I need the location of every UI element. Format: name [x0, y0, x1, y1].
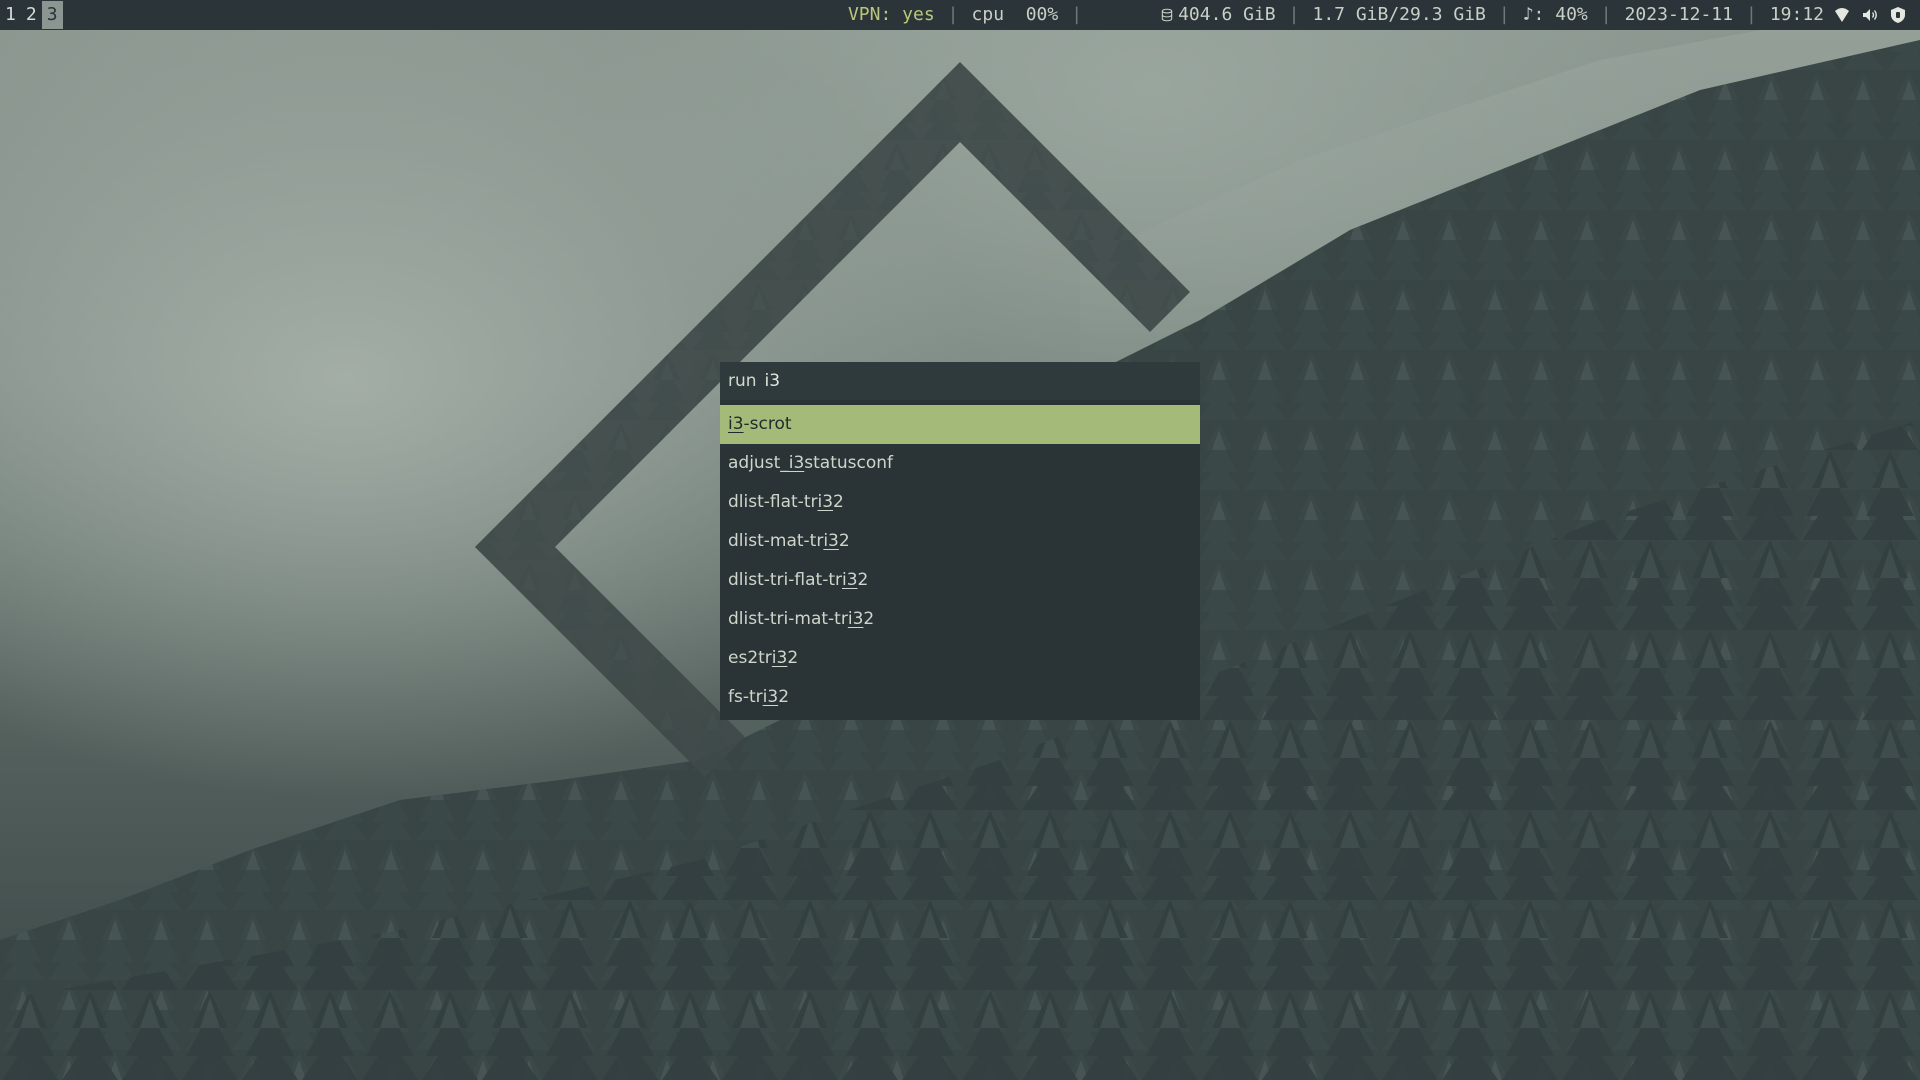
- prompt-label: run: [728, 371, 757, 391]
- launcher-search-input[interactable]: [764, 362, 1065, 400]
- status-separator: |: [1498, 4, 1510, 25]
- workspace-switcher: 1 2 3: [0, 0, 63, 30]
- result-text-suffix: 2: [857, 570, 869, 590]
- wifi-icon[interactable]: [1833, 6, 1851, 24]
- result-text-prefix: fs-tr: [728, 687, 763, 707]
- status-separator: |: [1071, 4, 1083, 25]
- clock-time: 19:12: [1769, 4, 1824, 25]
- result-text-prefix: dlist-flat-tr: [728, 492, 818, 512]
- disk-free-value: 404.6 GiB: [1178, 4, 1276, 25]
- result-text-suffix: 2: [863, 609, 875, 629]
- result-text-prefix: dlist-mat-tr: [728, 531, 824, 551]
- workspace-button-2[interactable]: 2: [21, 1, 42, 29]
- run-launcher-dialog: run i3-scrotadjust_i3statusconfdlist-fla…: [720, 362, 1200, 720]
- result-text-suffix: statusconf: [804, 453, 894, 473]
- launcher-result-item[interactable]: dlist-mat-tri32: [720, 522, 1200, 561]
- status-separator: |: [1600, 4, 1612, 25]
- date-display: 2023-12-11: [1624, 4, 1733, 25]
- launcher-result-item[interactable]: fs-tri32: [720, 678, 1200, 717]
- result-text-prefix: dlist-tri-flat-tr: [728, 570, 842, 590]
- top-status-bar: 1 2 3 VPN: yes | cpu 00% | 404.6 GiB | 1…: [0, 0, 1920, 30]
- result-text-prefix: es2tr: [728, 648, 772, 668]
- launcher-results-list: i3-scrot adjust_i3statusconf dlist-flat-tr…: [720, 405, 1200, 717]
- result-match-highlight: i3: [728, 414, 744, 434]
- status-separator: |: [1288, 4, 1300, 25]
- launcher-result-item[interactable]: es2tri32: [720, 639, 1200, 678]
- disk-usage: 404.6 GiB: [1091, 0, 1280, 60]
- volume-level: ♪: 40%: [1522, 4, 1588, 25]
- launcher-prompt-row: run: [720, 362, 1200, 400]
- result-text-suffix: 2: [838, 531, 850, 551]
- workspace-button-3[interactable]: 3: [41, 1, 63, 29]
- result-match-highlight: i3: [771, 648, 788, 668]
- workspace-button-1[interactable]: 1: [0, 1, 21, 29]
- status-separator: |: [1745, 4, 1757, 25]
- cpu-usage: cpu 00%: [971, 4, 1059, 25]
- result-match-highlight: i3: [762, 687, 779, 707]
- launcher-result-item[interactable]: dlist-tri-flat-tri32: [720, 561, 1200, 600]
- status-blocks: VPN: yes | cpu 00% | 404.6 GiB | 1.7 GiB…: [844, 0, 1920, 30]
- database-icon: [1161, 8, 1173, 22]
- result-match-highlight: i3: [847, 609, 864, 629]
- status-separator: |: [947, 4, 959, 25]
- memory-usage: 1.7 GiB/29.3 GiB: [1312, 4, 1486, 25]
- result-text-suffix: 2: [787, 648, 799, 668]
- speaker-icon[interactable]: [1861, 6, 1879, 24]
- result-text-prefix: adjust_: [728, 453, 789, 473]
- result-match-highlight: i3: [842, 570, 858, 590]
- launcher-result-item[interactable]: adjust_i3statusconf: [720, 444, 1200, 483]
- result-text-suffix: 2: [778, 687, 790, 707]
- result-match-highlight: i3: [823, 531, 839, 551]
- launcher-result-item[interactable]: dlist-flat-tri32: [720, 483, 1200, 522]
- result-match-highlight: i3: [788, 453, 805, 473]
- shield-icon[interactable]: [1889, 6, 1907, 24]
- result-text-suffix: -scrot: [743, 414, 792, 434]
- launcher-result-item[interactable]: i3-scrot: [720, 405, 1200, 444]
- result-match-highlight: i3: [817, 492, 834, 512]
- vpn-status: VPN: yes: [847, 4, 935, 25]
- launcher-result-item[interactable]: dlist-tri-mat-tri32: [720, 600, 1200, 639]
- result-text-prefix: dlist-tri-mat-tr: [728, 609, 848, 629]
- result-text-suffix: 2: [833, 492, 844, 512]
